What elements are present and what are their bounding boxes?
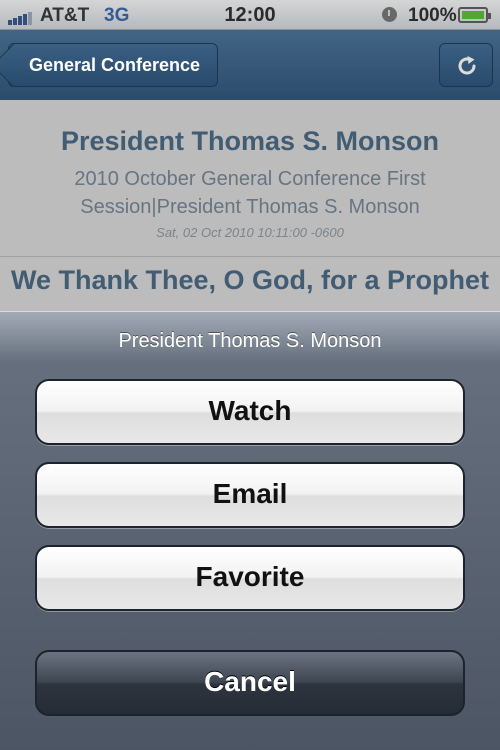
action-sheet: President Thomas S. Monson Watch Email F…	[0, 311, 500, 750]
cancel-button[interactable]: Cancel	[35, 650, 465, 716]
back-button-label: General Conference	[29, 55, 201, 75]
email-button[interactable]: Email	[35, 462, 465, 528]
watch-button[interactable]: Watch	[35, 379, 465, 445]
action-sheet-title: President Thomas S. Monson	[118, 330, 382, 352]
favorite-button[interactable]: Favorite	[35, 545, 465, 611]
